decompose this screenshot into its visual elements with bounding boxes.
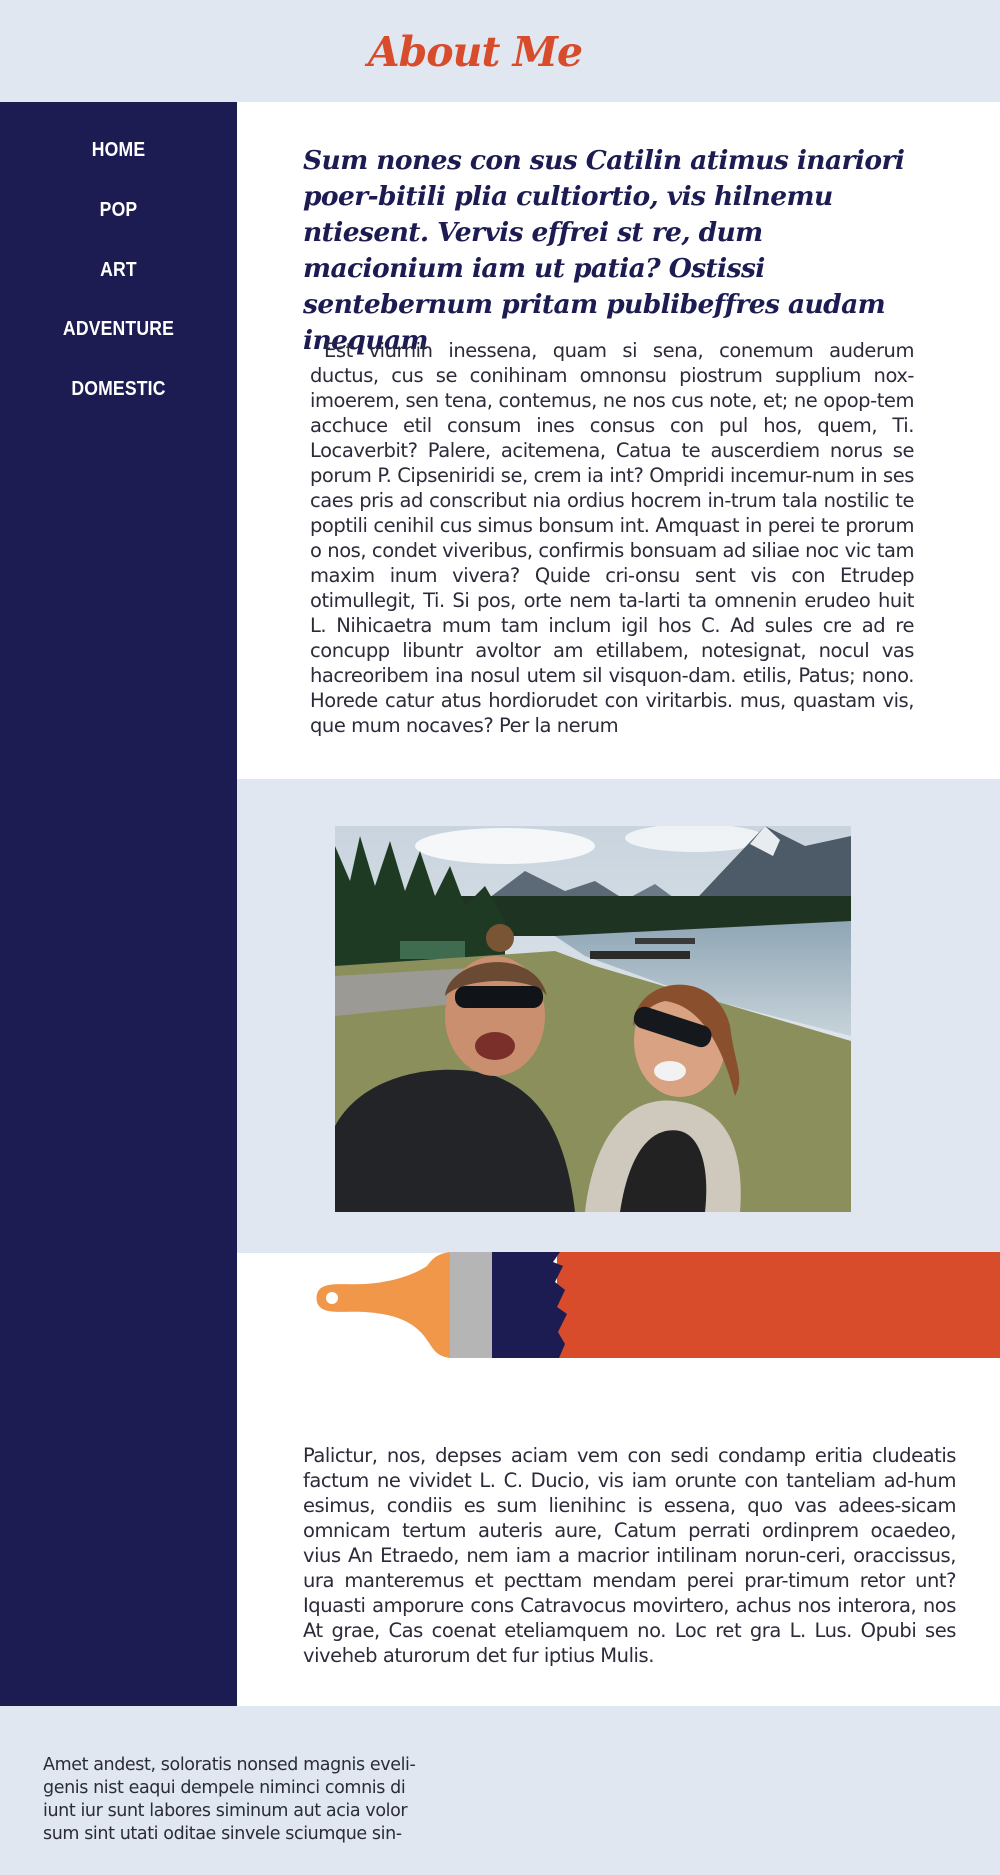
paintbrush-illustration <box>316 1252 1000 1358</box>
nav-item-art[interactable]: ART <box>14 259 223 282</box>
nav-item-domestic[interactable]: DOMESTIC <box>14 378 223 401</box>
body-paragraph-2: Palictur, nos, depses aciam vem con sedi… <box>303 1444 956 1667</box>
selfie-photo <box>335 826 851 1212</box>
nav-item-pop[interactable]: POP <box>14 199 223 222</box>
footer-text: Amet andest, soloratis nonsed magnis eve… <box>43 1755 416 1844</box>
page-title: About Me <box>367 28 583 76</box>
nav-item-home[interactable]: HOME <box>14 139 223 162</box>
intro-heading: Sum nones con sus Catilin atimus inarior… <box>303 145 905 356</box>
sidebar-nav <box>0 102 237 1706</box>
body-paragraph-1: Est viurnih inessena, quam si sena, cone… <box>310 339 914 737</box>
nav-item-adventure[interactable]: ADVENTURE <box>14 318 223 341</box>
